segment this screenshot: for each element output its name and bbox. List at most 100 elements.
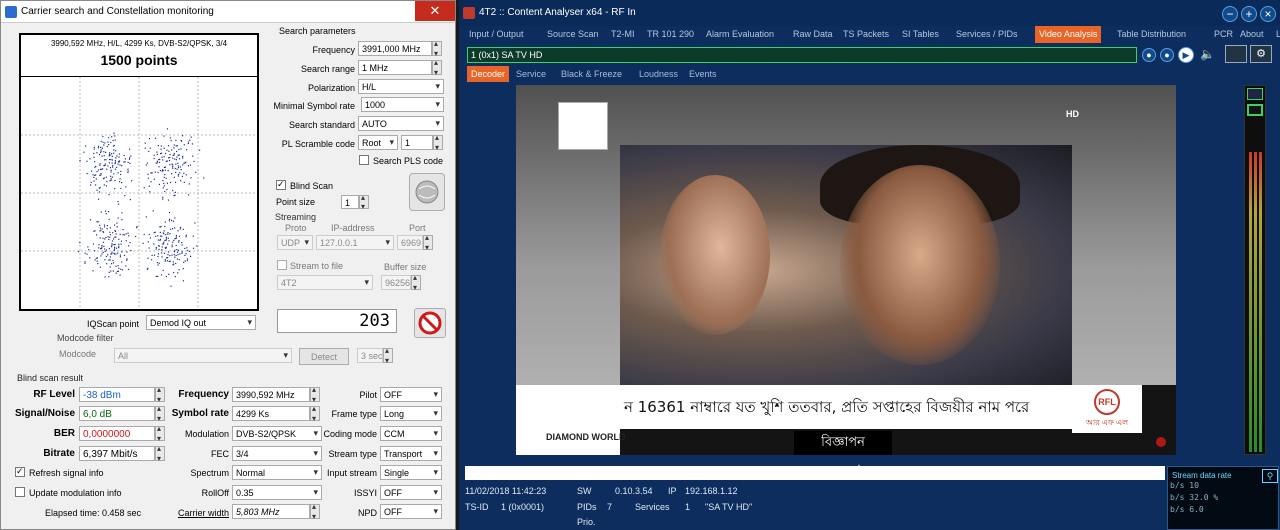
detect-time-input[interactable]: 3 sec bbox=[357, 348, 383, 363]
tab-t2-mi[interactable]: T2-MI bbox=[607, 26, 639, 43]
carrier-width-label[interactable]: Carrier width bbox=[167, 508, 229, 518]
globe-right-icon[interactable]: ● bbox=[1160, 48, 1174, 62]
ip-select[interactable]: 127.0.0.1 bbox=[316, 235, 394, 250]
constellation-point bbox=[100, 211, 102, 213]
close-right-icon[interactable]: × bbox=[1260, 6, 1276, 22]
rolloff-select[interactable]: 0.35 bbox=[232, 485, 322, 500]
rate-search-icon[interactable]: ⚲ bbox=[1262, 469, 1278, 483]
issyi-select[interactable]: OFF bbox=[380, 485, 442, 500]
ber-spinner[interactable] bbox=[155, 424, 165, 443]
update-modulation-checkbox[interactable] bbox=[15, 487, 25, 497]
constellation-point bbox=[99, 224, 101, 226]
constellation-point bbox=[188, 250, 190, 252]
left-titlebar: Carrier search and Constellation monitor… bbox=[1, 1, 455, 23]
fec-select[interactable]: 3/4 bbox=[232, 446, 322, 461]
play-icon[interactable]: ▶ bbox=[1178, 47, 1194, 63]
scan-globe-button[interactable] bbox=[409, 173, 445, 211]
stop-button[interactable] bbox=[414, 308, 446, 338]
constellation-point bbox=[177, 272, 179, 274]
minimize-icon[interactable]: − bbox=[1222, 6, 1238, 22]
polarization-select[interactable]: H/L bbox=[358, 79, 444, 94]
scramble-code-input[interactable]: 1 bbox=[401, 135, 433, 150]
frequency-input[interactable]: 3991,000 MHz bbox=[358, 41, 432, 56]
meter-toggle-top[interactable] bbox=[1247, 88, 1263, 100]
port-spinner[interactable] bbox=[423, 233, 433, 252]
constellation-point bbox=[101, 155, 103, 157]
standard-label: Search standard bbox=[288, 120, 355, 130]
close-icon[interactable]: ✕ bbox=[415, 1, 455, 21]
tab-ts-packets[interactable]: TS Packets bbox=[839, 26, 893, 43]
modcode-select[interactable]: All bbox=[114, 348, 292, 363]
frame-type-select[interactable]: Long bbox=[380, 406, 442, 421]
range-spinner[interactable] bbox=[432, 58, 442, 77]
port-input[interactable]: 6969 bbox=[397, 235, 423, 250]
input-stream-select[interactable]: Single bbox=[380, 465, 442, 480]
collapse-icon[interactable]: ▲ bbox=[855, 462, 863, 471]
coding-mode-select[interactable]: CCM bbox=[380, 426, 442, 441]
tab-si-tables[interactable]: SI Tables bbox=[898, 26, 943, 43]
speaker-icon[interactable]: 🔈 bbox=[1200, 47, 1215, 61]
subtab-decoder[interactable]: Decoder bbox=[467, 66, 510, 82]
tab-tr-101-290[interactable]: TR 101 290 bbox=[643, 26, 698, 43]
ip-status-label: IP bbox=[668, 486, 677, 496]
constellation-point bbox=[147, 241, 149, 243]
min-symbol-select[interactable]: 1000 bbox=[361, 97, 444, 112]
npd-select[interactable]: OFF bbox=[380, 504, 442, 519]
buffer-input[interactable]: 96256 bbox=[381, 275, 411, 290]
stream-selector[interactable]: 1 (0x1) SA TV HD bbox=[467, 47, 1137, 63]
constellation-point bbox=[171, 173, 173, 175]
frequency-spinner[interactable] bbox=[432, 39, 442, 58]
standard-select[interactable]: AUTO bbox=[358, 116, 444, 131]
constellation-point bbox=[136, 226, 138, 228]
monitor-icon[interactable] bbox=[1225, 45, 1247, 63]
tab-services-pids[interactable]: Services / PIDs bbox=[952, 26, 1022, 43]
tab-input-output[interactable]: Input / Output bbox=[465, 26, 528, 43]
iqscan-select[interactable]: Demod IQ out bbox=[146, 315, 256, 330]
tab-alarm-evaluation[interactable]: Alarm Evaluation bbox=[702, 26, 778, 43]
meter-toggle-bottom[interactable] bbox=[1247, 104, 1263, 116]
detect-button[interactable]: Detect bbox=[299, 348, 349, 365]
subtab-service[interactable]: Service bbox=[512, 66, 550, 82]
constellation-point bbox=[172, 154, 174, 156]
buffer-spinner[interactable] bbox=[411, 273, 421, 292]
pilot-select[interactable]: OFF bbox=[380, 387, 442, 402]
maximize-icon[interactable]: + bbox=[1241, 6, 1257, 22]
constellation-point bbox=[78, 250, 80, 253]
globe-left-icon[interactable]: ● bbox=[1142, 48, 1156, 62]
constellation-point bbox=[151, 259, 153, 261]
tab-log[interactable]: Log bbox=[1272, 26, 1280, 43]
tab-video-analysis[interactable]: Video Analysis bbox=[1035, 26, 1102, 43]
subtab-black-freeze[interactable]: Black & Freeze bbox=[557, 66, 626, 82]
settings-icon[interactable]: ⚙ bbox=[1250, 45, 1272, 63]
modulation-select[interactable]: DVB-S2/QPSK bbox=[232, 426, 322, 441]
subtab-loudness[interactable]: Loudness bbox=[635, 66, 682, 82]
tab-about[interactable]: About bbox=[1236, 26, 1268, 43]
subtab-events[interactable]: Events bbox=[685, 66, 721, 82]
refresh-signal-checkbox[interactable] bbox=[15, 466, 25, 477]
blind-scan-checkbox[interactable] bbox=[276, 179, 286, 190]
constellation-point bbox=[148, 247, 150, 249]
tab-source-scan[interactable]: Source Scan bbox=[543, 26, 603, 43]
search-pls-checkbox[interactable] bbox=[359, 155, 369, 165]
sn-spinner[interactable] bbox=[155, 404, 165, 423]
point-size-input[interactable]: 1 bbox=[341, 195, 359, 209]
scramble-spinner[interactable] bbox=[433, 133, 443, 152]
point-size-spinner[interactable] bbox=[359, 193, 369, 211]
constellation-point bbox=[96, 221, 98, 223]
rf-spinner[interactable] bbox=[155, 385, 165, 404]
stream-to-file-checkbox[interactable] bbox=[277, 260, 287, 270]
bitrate-spinner[interactable] bbox=[155, 444, 165, 463]
stream-type-select[interactable]: Transport bbox=[380, 446, 442, 461]
file-select[interactable]: 4T2 bbox=[277, 275, 373, 290]
range-input[interactable]: 1 MHz bbox=[358, 60, 432, 75]
sw-label: SW bbox=[577, 486, 592, 496]
detect-time-spinner[interactable] bbox=[383, 346, 393, 365]
tab-table-distribution[interactable]: Table Distribution bbox=[1113, 26, 1190, 43]
tab-pcr[interactable]: PCR bbox=[1210, 26, 1237, 43]
tab-raw-data[interactable]: Raw Data bbox=[789, 26, 837, 43]
proto-select[interactable]: UDP bbox=[277, 235, 313, 250]
scramble-type-select[interactable]: Root bbox=[358, 135, 398, 150]
constellation-point bbox=[174, 238, 176, 240]
constellation-point bbox=[125, 186, 127, 188]
spectrum-select[interactable]: Normal bbox=[232, 465, 322, 480]
